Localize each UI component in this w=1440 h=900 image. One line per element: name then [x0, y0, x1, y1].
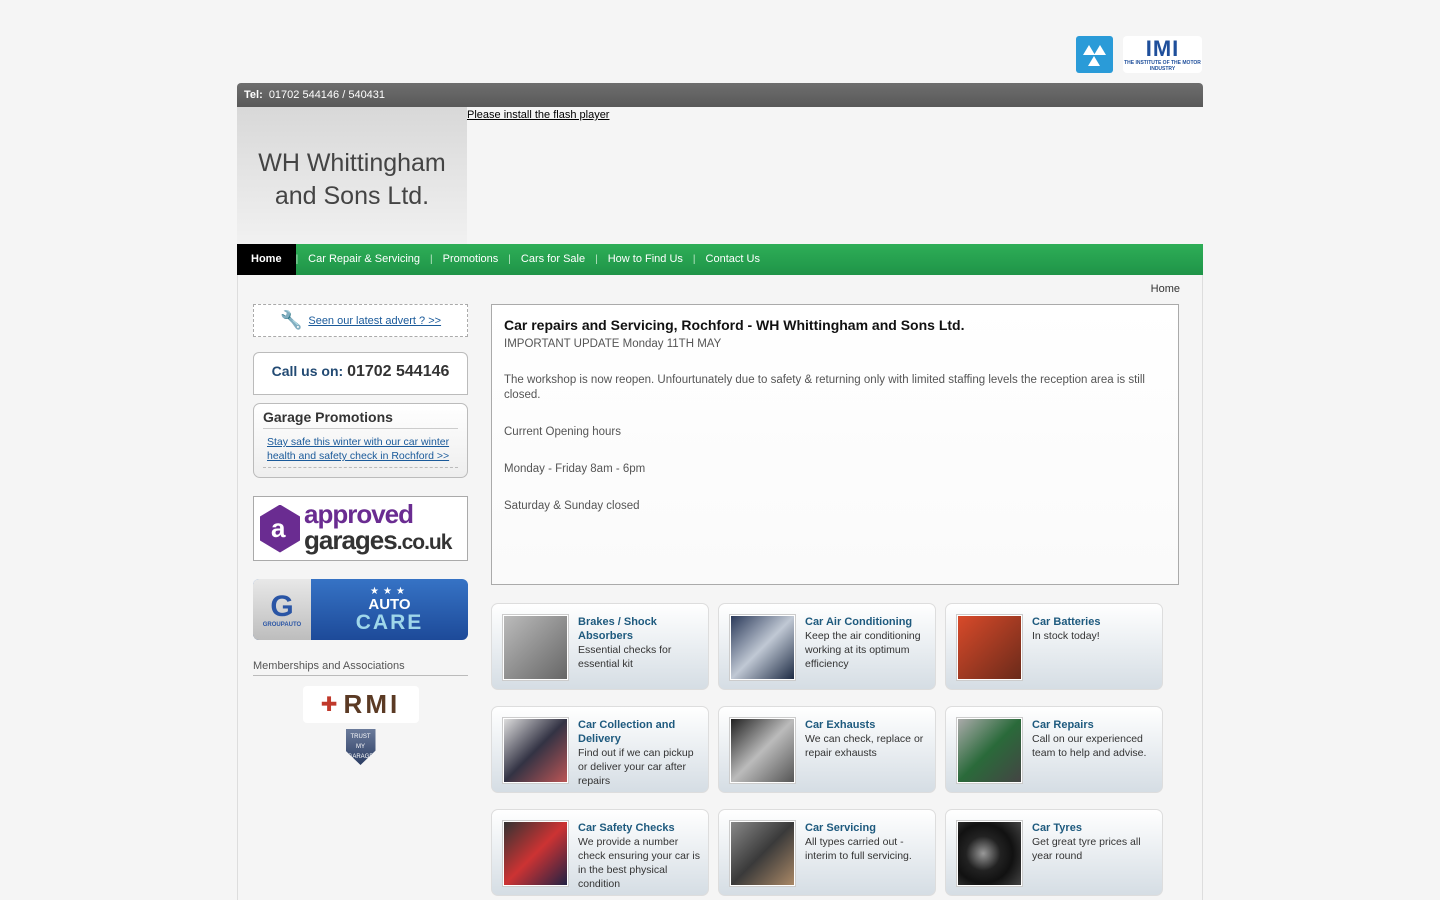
service-card-safety-checks[interactable]: Car Safety Checks We provide a number che… [491, 809, 709, 896]
update-heading: IMPORTANT UPDATE Monday 11TH MAY [504, 338, 722, 350]
main-content-box: Car repairs and Servicing, Rochford - WH… [491, 304, 1179, 585]
content-area: Home 🔧 Seen our latest advert ? >> Call … [237, 275, 1203, 900]
wrench-icon: 🔧 [279, 310, 303, 330]
tel-value: 01702 544146 / 540431 [268, 89, 386, 101]
nav-cars-for-sale[interactable]: Cars for Sale [511, 244, 595, 275]
service-card-servicing[interactable]: Car Servicing All types carried out - int… [718, 809, 936, 896]
nav-car-repair[interactable]: Car Repair & Servicing [298, 244, 430, 275]
service-card-batteries[interactable]: Car Batteries In stock today! [945, 603, 1163, 690]
service-card-air-conditioning[interactable]: Car Air Conditioning Keep the air conditi… [718, 603, 936, 690]
groupauto-icon: G GROUPAUTO [253, 579, 311, 640]
opening-hours-heading: Current Opening hours [504, 426, 621, 438]
install-flash-link[interactable]: Please install the flash player [467, 109, 609, 121]
service-card-exhausts[interactable]: Car Exhausts We can check, replace or rep… [718, 706, 936, 793]
breadcrumb[interactable]: Home [1151, 283, 1180, 295]
air-vent-thumb [730, 615, 795, 680]
promotions-title: Garage Promotions [263, 409, 458, 429]
rmi-logo[interactable]: ✚ RMI [302, 686, 419, 723]
engine-thumb [730, 821, 795, 886]
battery-thumb [957, 615, 1022, 680]
top-bar: Tel: 01702 544146 / 540431 [237, 83, 1203, 107]
mechanic-thumb [957, 718, 1022, 783]
service-card-repairs[interactable]: Car Repairs Call on our experienced team … [945, 706, 1163, 793]
approved-garages-icon [260, 504, 300, 553]
reopen-notice: The workshop is now reopen. Unfourtunate… [504, 374, 1145, 401]
weekday-hours: Monday - Friday 8am - 6pm [504, 463, 646, 475]
call-number: 01702 544146 [347, 363, 450, 380]
garage-promotions-box: Garage Promotions Stay safe this winter … [253, 403, 468, 478]
weekend-hours: Saturday & Sunday closed [504, 500, 640, 512]
exhaust-thumb [730, 718, 795, 783]
winter-check-link[interactable]: Stay safe this winter with our car winte… [267, 436, 449, 462]
imi-logo: IMI THE INSTITUTE OF THE MOTOR INDUSTRY [1123, 36, 1202, 73]
mot-logo-icon [1076, 36, 1113, 73]
handshake-thumb [503, 718, 568, 783]
approved-garages-logo[interactable]: approved garages.co.uk [253, 496, 468, 561]
tyres-thumb [957, 821, 1022, 886]
sidebar: 🔧 Seen our latest advert ? >> Call us on… [253, 304, 468, 765]
nav-home[interactable]: Home [237, 244, 296, 275]
service-card-tyres[interactable]: Car Tyres Get great tyre prices all year … [945, 809, 1163, 896]
call-label: Call us on: [271, 363, 344, 379]
brake-disc-thumb [503, 615, 568, 680]
latest-advert-link[interactable]: Seen our latest advert ? >> [308, 315, 441, 327]
service-card-brakes[interactable]: Brakes / Shock Absorbers Essential checks… [491, 603, 709, 690]
main-nav: Home | Car Repair & Servicing | Promotio… [237, 244, 1203, 275]
nav-find-us[interactable]: How to Find Us [598, 244, 693, 275]
header: WH Whittingham and Sons Ltd. Please insta… [237, 107, 1203, 244]
call-us-box: Call us on: 01702 544146 [253, 352, 468, 395]
advert-box: 🔧 Seen our latest advert ? >> [253, 304, 468, 337]
memberships-title: Memberships and Associations [253, 660, 468, 676]
accreditation-badges: IMI THE INSTITUTE OF THE MOTOR INDUSTRY [1076, 36, 1202, 73]
trust-my-garage-logo[interactable]: TRUST MY GARAGE [345, 729, 376, 765]
page-wrapper: Tel: 01702 544146 / 540431 WH Whittingha… [237, 83, 1203, 900]
nav-contact[interactable]: Contact Us [696, 244, 770, 275]
groupauto-autocare-logo[interactable]: G GROUPAUTO ★★★ AUTO CARE [253, 579, 468, 640]
service-cards: Brakes / Shock Absorbers Essential checks… [491, 603, 1171, 896]
nav-promotions[interactable]: Promotions [433, 244, 509, 275]
safety-check-thumb [503, 821, 568, 886]
stars-icon: ★★★ [370, 585, 409, 597]
service-card-collection[interactable]: Car Collection and Delivery Find out if w… [491, 706, 709, 793]
rmi-cross-icon: ✚ [320, 694, 338, 716]
page-title: Car repairs and Servicing, Rochford - WH… [504, 317, 965, 333]
site-logo[interactable]: WH Whittingham and Sons Ltd. [237, 107, 467, 244]
tel-label: Tel: [244, 89, 263, 101]
